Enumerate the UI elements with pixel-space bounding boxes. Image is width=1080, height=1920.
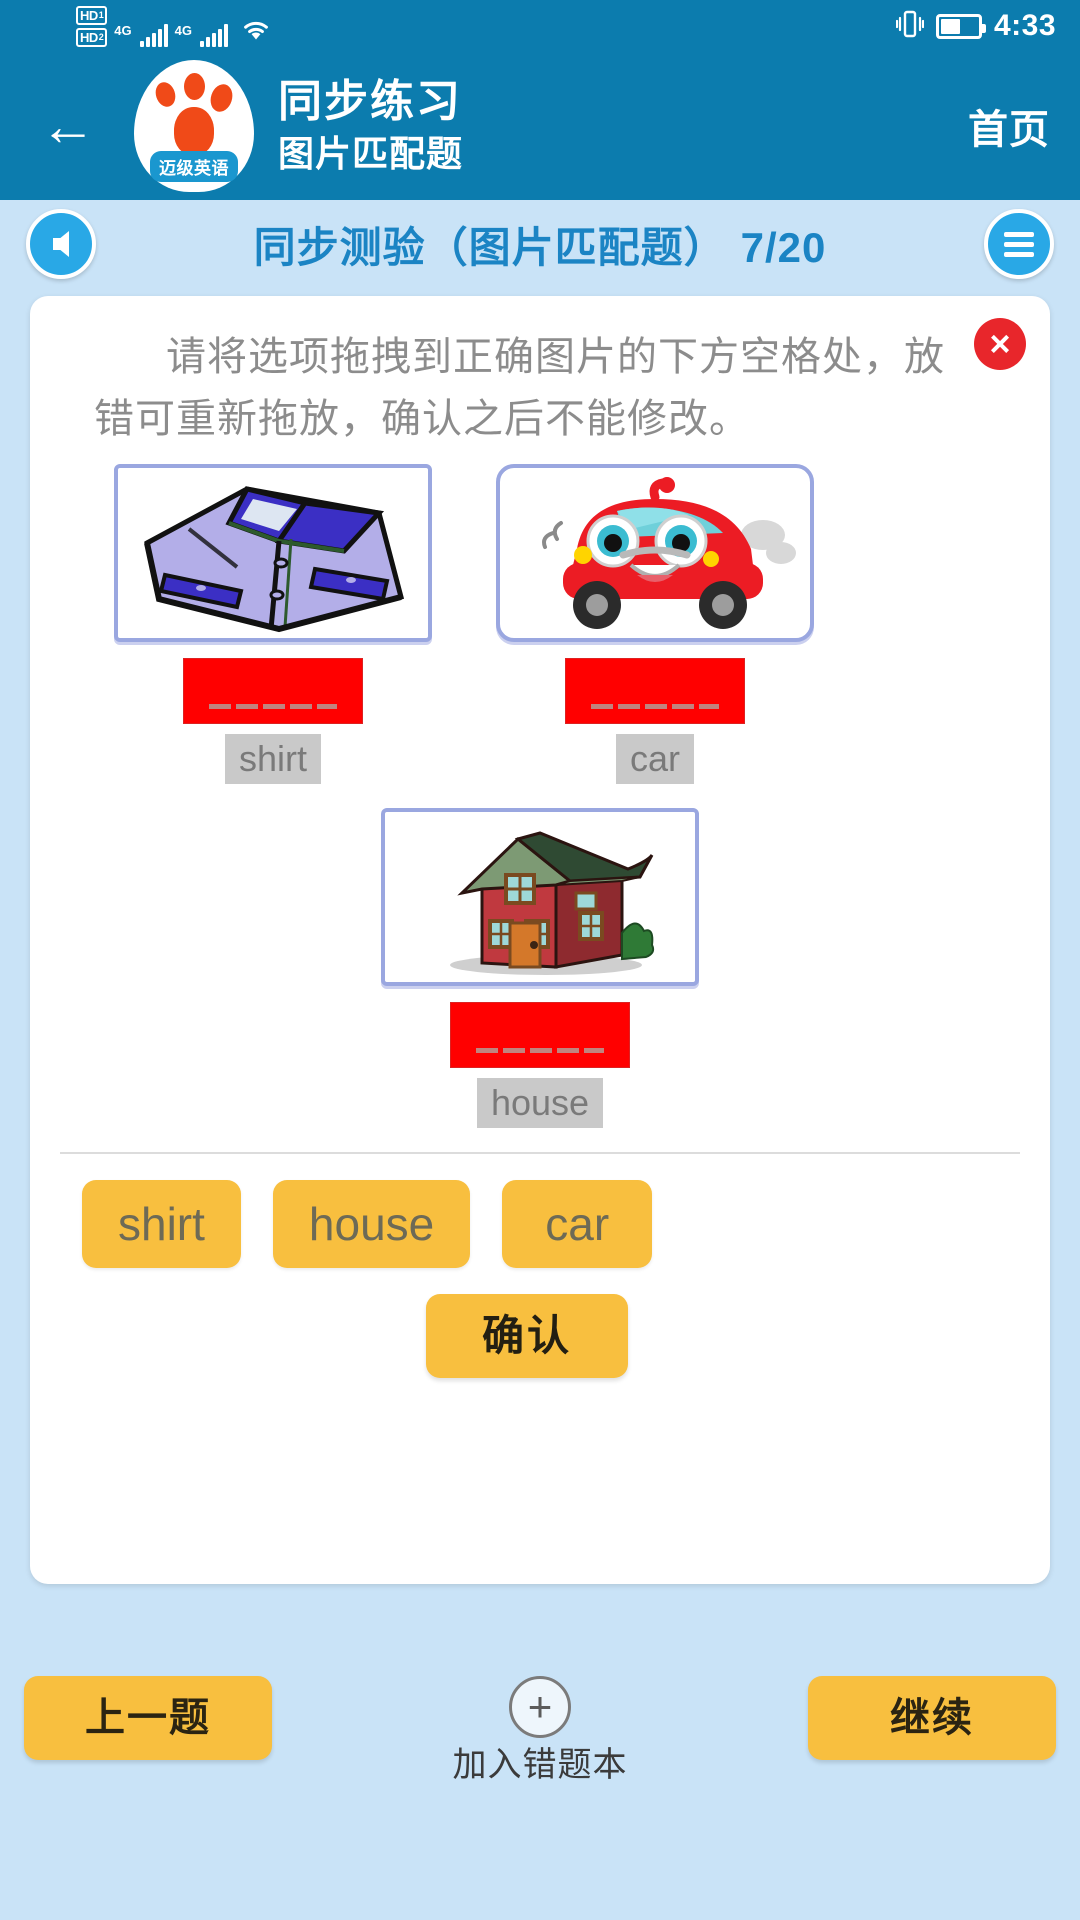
app-title: 同步练习 <box>278 77 462 126</box>
status-clock: 4:33 <box>993 9 1056 42</box>
answer-label-car: car <box>615 734 694 784</box>
slot-dashes <box>209 704 337 709</box>
status-bar-right: 4:33 <box>895 9 1056 44</box>
shirt-image[interactable] <box>114 464 432 642</box>
house-image[interactable] <box>381 808 699 986</box>
word-chip-car[interactable]: car <box>502 1180 653 1268</box>
logo-brand-tag: 迈级英语 <box>150 151 238 182</box>
picture-match-area: shirt car house <box>30 450 1050 1128</box>
home-button[interactable]: 首页 <box>968 97 1050 155</box>
word-chip-shirt[interactable]: shirt <box>82 1180 241 1268</box>
match-item-house: house <box>381 808 699 1128</box>
app-screen: HD 1 HD 2 4G 4G 4:33 ← 迈级英语 同步练习 图片匹配题 首… <box>0 0 1080 1920</box>
confirm-button[interactable]: 确认 <box>425 1294 628 1378</box>
match-item-car: car <box>496 464 814 784</box>
word-chip-house[interactable]: house <box>272 1180 471 1268</box>
continue-button[interactable]: 继续 <box>808 1676 1056 1760</box>
quiz-title: 同步测验（图片匹配题） 7/20 <box>96 214 984 275</box>
status-bar-left: HD 1 HD 2 4G 4G <box>76 5 273 47</box>
app-subtitle: 图片匹配题 <box>278 133 464 174</box>
answer-slot-shirt[interactable] <box>183 658 363 724</box>
quiz-title-bar: 同步测验（图片匹配题） 7/20 <box>0 200 1080 288</box>
confirm-row: 确认 <box>30 1268 1050 1378</box>
car-image[interactable] <box>496 464 814 642</box>
back-arrow-icon[interactable]: ← <box>30 88 106 164</box>
hd-sim1-icon: HD 1 <box>76 5 108 25</box>
hamburger-menu-icon[interactable] <box>984 209 1054 279</box>
signal-bars-icon: 4G <box>114 23 168 47</box>
footer-bar: 上一题 + 加入错题本 继续 <box>0 1640 1080 1920</box>
quiz-progress: 7/20 <box>740 223 827 271</box>
hd-sim-indicators: HD 1 HD 2 <box>76 5 108 47</box>
question-card: × 请将选项拖拽到正确图片的下方空格处，放错可重新拖放，确认之后不能修改。 sh… <box>30 296 1050 1584</box>
circle-back-arrow-icon[interactable] <box>26 209 96 279</box>
add-to-mistakes-group[interactable]: + 加入错题本 <box>272 1676 808 1786</box>
match-item-shirt: shirt <box>114 464 432 784</box>
plus-circle-icon[interactable]: + <box>509 1676 571 1738</box>
app-header: ← 迈级英语 同步练习 图片匹配题 首页 <box>0 52 1080 200</box>
quiz-title-text: 同步测验（图片匹配题） <box>253 223 727 271</box>
add-to-mistakes-label: 加入错题本 <box>452 1746 628 1784</box>
picture-row-2: house <box>70 808 1010 1128</box>
battery-icon <box>935 13 986 39</box>
answer-slot-house[interactable] <box>450 1002 630 1068</box>
answer-slot-car[interactable] <box>565 658 745 724</box>
signal-bars-icon-2: 4G <box>175 23 228 47</box>
signal-bars-2 <box>199 23 228 47</box>
picture-row-1: shirt car <box>70 464 1010 784</box>
word-bank: shirt house car <box>30 1154 1050 1268</box>
answer-label-shirt: shirt <box>224 734 321 784</box>
slot-dashes <box>591 704 719 709</box>
close-icon[interactable]: × <box>974 318 1026 370</box>
instruction-text: 请将选项拖拽到正确图片的下方空格处，放错可重新拖放，确认之后不能修改。 <box>94 335 945 441</box>
hd-sim2-icon: HD 2 <box>76 27 108 47</box>
wifi-icon <box>239 16 273 47</box>
previous-question-button[interactable]: 上一题 <box>24 1676 272 1760</box>
signal-bars-1 <box>139 23 168 47</box>
app-title-block: 同步练习 图片匹配题 <box>278 74 463 178</box>
slot-dashes <box>476 1048 604 1053</box>
answer-label-house: house <box>476 1078 604 1128</box>
app-logo: 迈级英语 <box>128 60 260 192</box>
vibrate-icon <box>895 9 925 44</box>
status-bar: HD 1 HD 2 4G 4G 4:33 <box>0 0 1080 52</box>
